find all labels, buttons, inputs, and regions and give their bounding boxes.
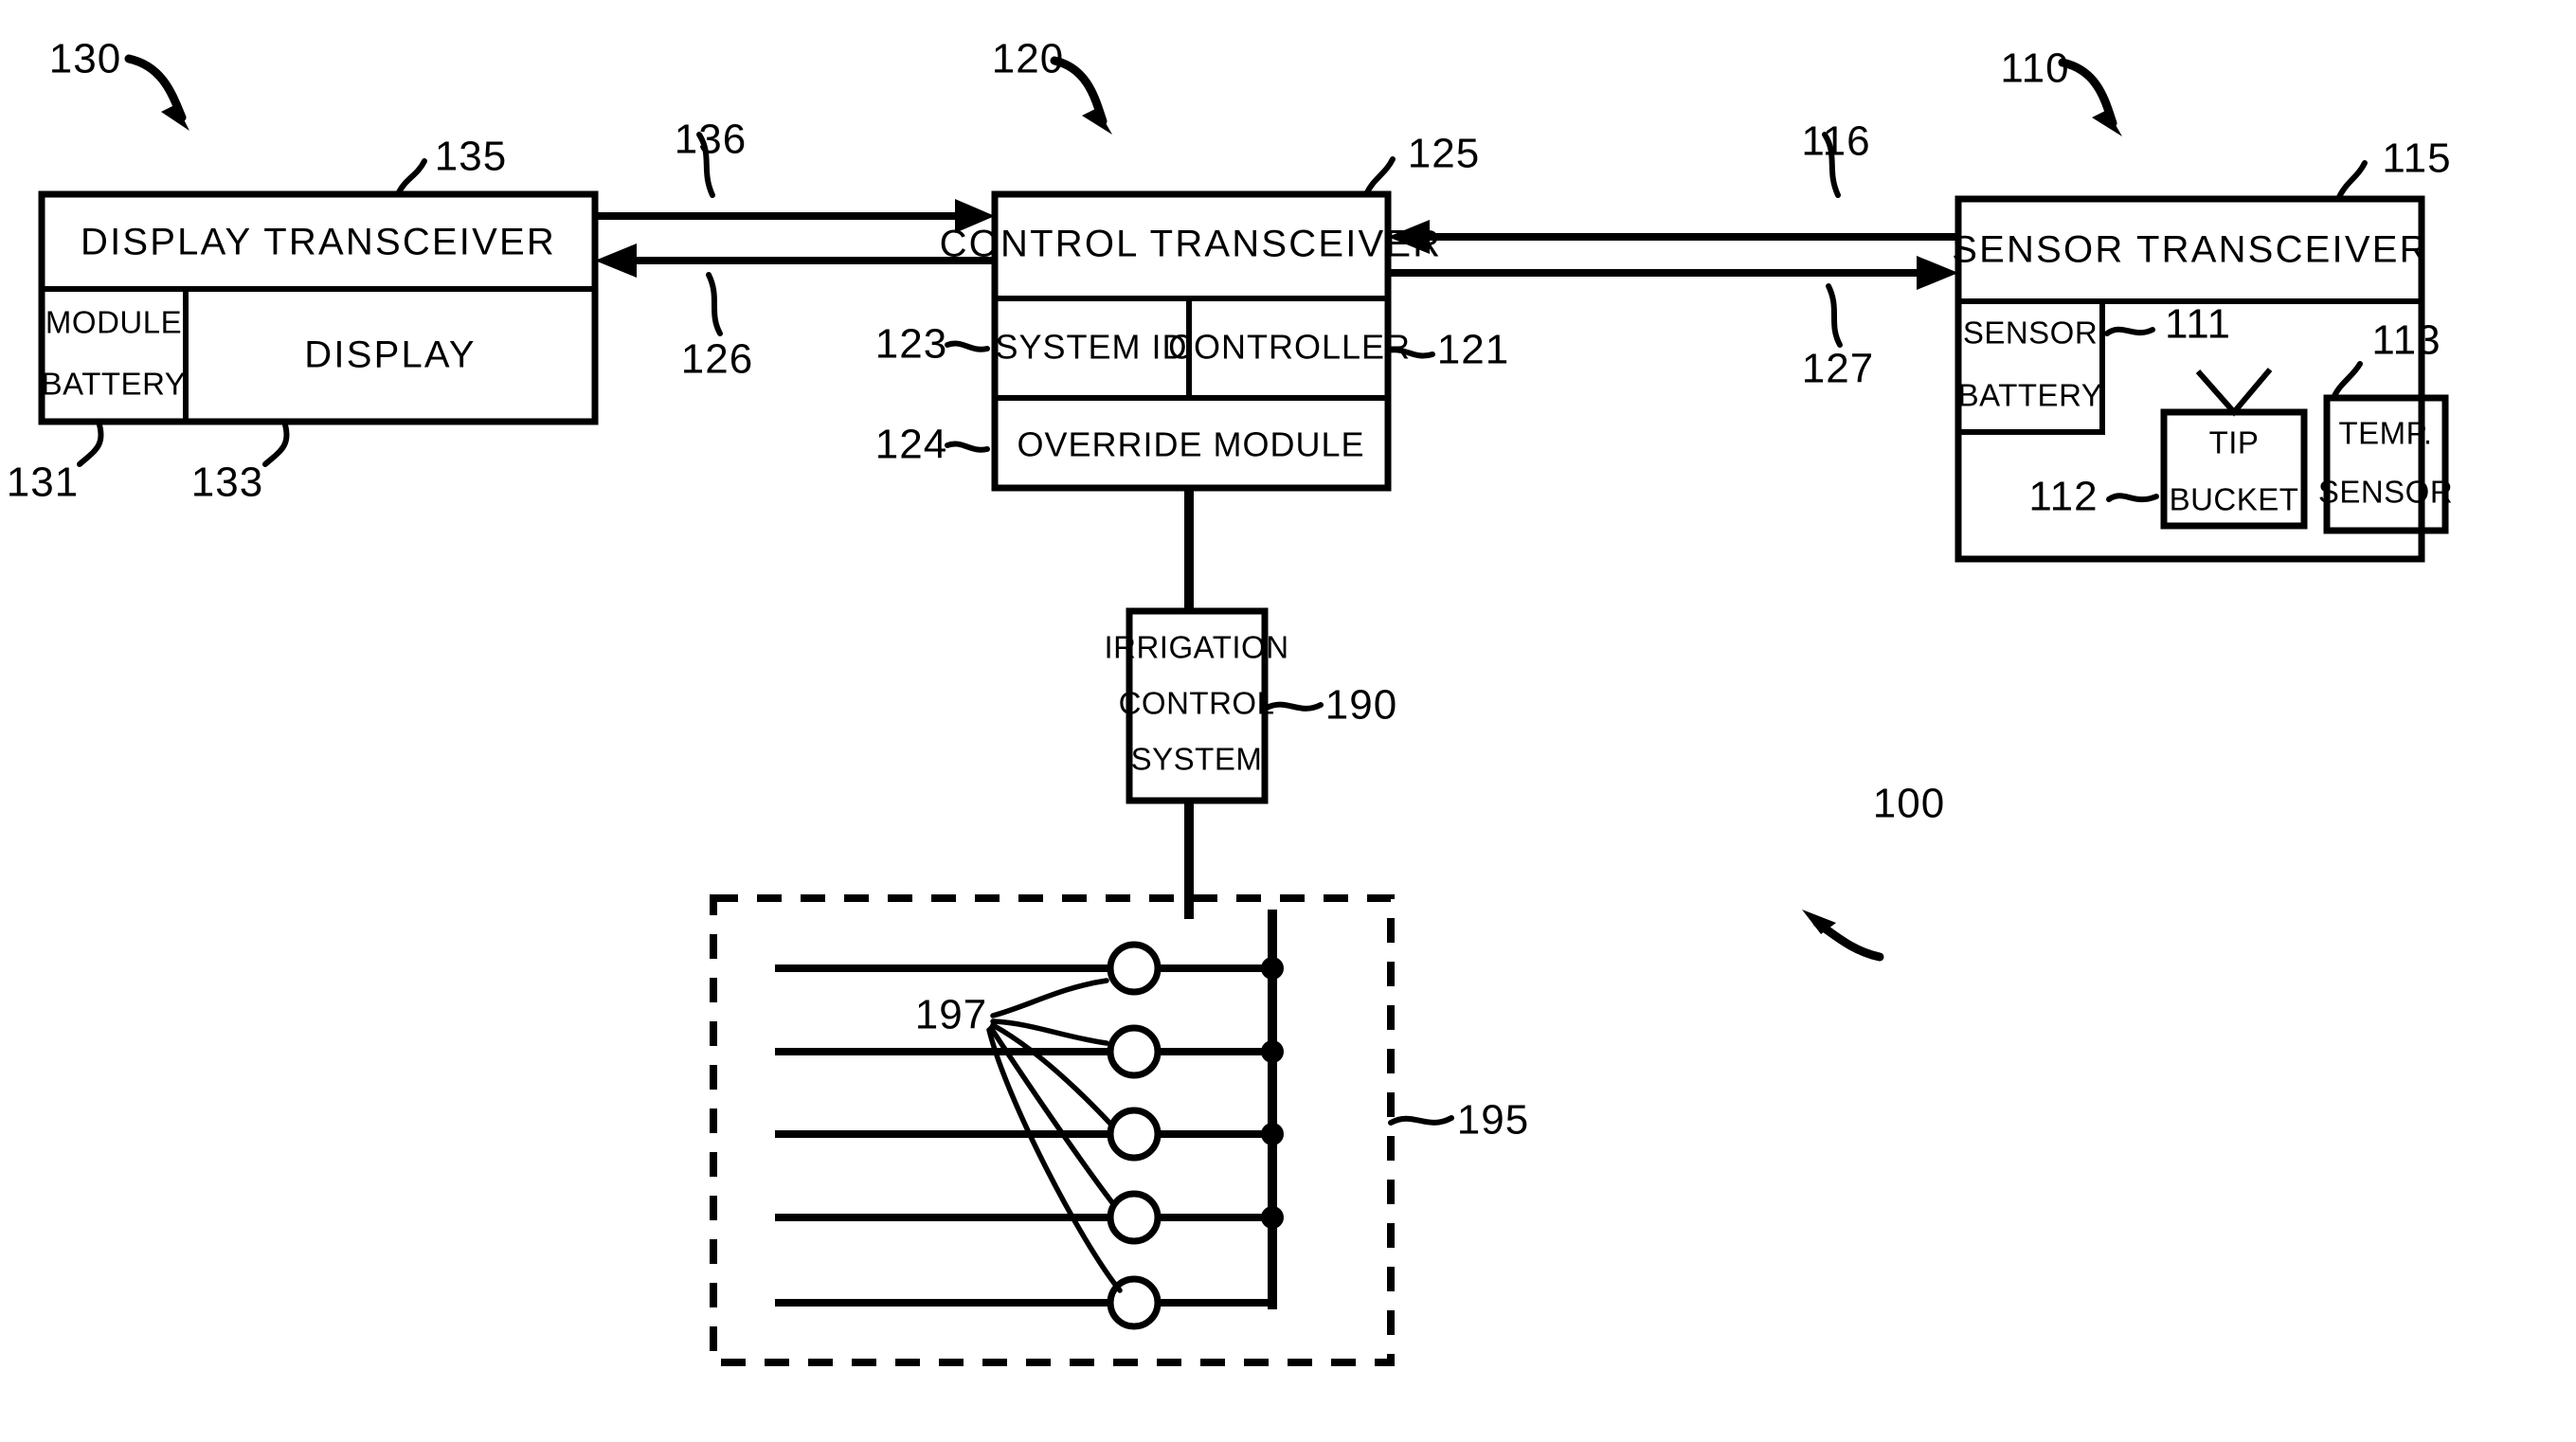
irrigation-control-label-line1: IRRIGATION xyxy=(1104,630,1288,665)
ref-190: 190 xyxy=(1325,682,1397,729)
system-id-label: SYSTEM ID xyxy=(995,328,1187,367)
valve-leader-2 xyxy=(990,1018,1109,1046)
leader-115 xyxy=(2335,160,2368,202)
ref-116: 116 xyxy=(1801,118,1870,165)
ref-135: 135 xyxy=(435,134,507,180)
leader-131 xyxy=(77,419,104,467)
ref-115: 115 xyxy=(2382,135,2451,182)
sensor-control-link-wires xyxy=(1388,220,1958,290)
leader-124 xyxy=(945,441,990,453)
tip-bucket-label-line1: TIP xyxy=(2209,425,2260,460)
ref-100: 100 xyxy=(1873,781,1945,827)
valve-network-group xyxy=(710,894,1395,1366)
valve-node-2 xyxy=(1261,1040,1284,1063)
ref-130: 130 xyxy=(49,36,121,82)
valve-2[interactable] xyxy=(1107,1024,1162,1079)
module-battery-label-line2: BATTERY xyxy=(42,367,187,402)
ref-112: 112 xyxy=(2028,474,2098,520)
display-control-link-wires xyxy=(595,199,995,278)
diagram-canvas: DISPLAY TRANSCEIVER MODULE BATTERY DISPL… xyxy=(7,36,2453,1366)
temp-sensor-label-line2: SENSOR xyxy=(2318,475,2453,510)
override-module-label: OVERRIDE MODULE xyxy=(1017,425,1364,464)
leader-arrowhead-120 xyxy=(1082,108,1112,135)
arrowhead-control-to-display xyxy=(595,243,637,278)
valve-node-4 xyxy=(1261,1206,1284,1229)
ref-125: 125 xyxy=(1408,131,1480,177)
patent-figure-sheet: DISPLAY TRANSCEIVER MODULE BATTERY DISPL… xyxy=(0,0,2576,1442)
leader-arrowhead-110 xyxy=(2092,110,2122,136)
control-transceiver-label: CONTROL TRANSCEIVER xyxy=(940,224,1443,265)
tip-bucket-label-line2: BUCKET xyxy=(2170,482,2299,517)
ref-124: 124 xyxy=(875,422,947,468)
leader-112 xyxy=(2106,493,2159,503)
irrigation-control-label-line3: SYSTEM xyxy=(1131,742,1263,777)
leader-113 xyxy=(2331,361,2363,401)
ref-110: 110 xyxy=(2000,45,2069,92)
leader-195 xyxy=(1388,1115,1454,1126)
valve-node-3 xyxy=(1261,1123,1284,1145)
temp-sensor-label-line1: TEMP. xyxy=(2338,416,2432,451)
ref-121: 121 xyxy=(1437,327,1509,373)
ref-131: 131 xyxy=(7,460,79,506)
irrigation-control-label-line2: CONTROL xyxy=(1119,686,1275,721)
ref-136: 136 xyxy=(675,117,747,163)
ref-113: 113 xyxy=(2371,317,2441,364)
leader-135 xyxy=(395,158,427,197)
ref-120: 120 xyxy=(992,36,1064,82)
display-transceiver-label: DISPLAY TRANSCEIVER xyxy=(81,222,556,263)
ref-195: 195 xyxy=(1457,1097,1529,1144)
ref-127: 127 xyxy=(1802,346,1874,392)
leader-126 xyxy=(706,272,723,336)
display-label: DISPLAY xyxy=(304,334,476,376)
valve-4[interactable] xyxy=(1107,1190,1162,1245)
tip-bucket-funnel-icon xyxy=(2195,368,2273,417)
leader-125 xyxy=(1363,156,1396,197)
valve-1[interactable] xyxy=(1107,941,1162,996)
leader-111 xyxy=(2104,326,2155,336)
ref-197: 197 xyxy=(915,992,987,1038)
ref-133: 133 xyxy=(191,460,263,506)
sensor-battery-label-line1: SENSOR xyxy=(1963,315,2098,351)
controller-label: CONTROLLER xyxy=(1168,328,1411,367)
valve-leader-1 xyxy=(990,978,1109,1018)
valve-3[interactable] xyxy=(1107,1107,1162,1162)
sensor-battery-label-line2: BATTERY xyxy=(1958,378,2103,413)
module-battery-label-line1: MODULE xyxy=(45,305,182,340)
reference-leaders xyxy=(77,54,2368,1126)
leader-133 xyxy=(262,419,290,467)
ref-123: 123 xyxy=(875,321,947,368)
ref-126: 126 xyxy=(681,336,753,383)
leader-127 xyxy=(1826,283,1843,348)
sensor-transceiver-label: SENSOR TRANSCEIVER xyxy=(1952,229,2428,271)
valve-node-1 xyxy=(1261,957,1284,980)
ref-111: 111 xyxy=(2165,301,2231,348)
leader-123 xyxy=(945,340,990,352)
